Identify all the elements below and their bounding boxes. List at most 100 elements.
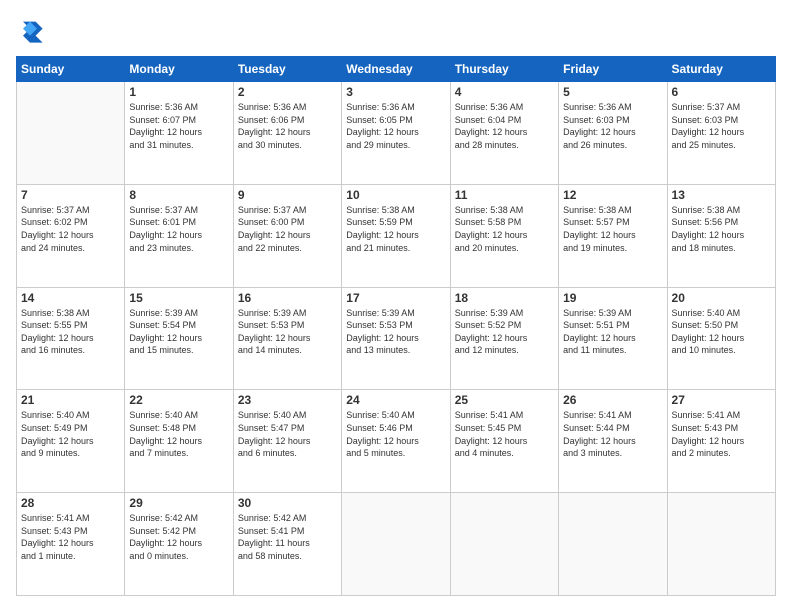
day-number: 15 [129, 291, 228, 305]
day-info: Sunrise: 5:40 AM Sunset: 5:47 PM Dayligh… [238, 409, 337, 459]
calendar-cell [559, 493, 667, 596]
day-info: Sunrise: 5:42 AM Sunset: 5:41 PM Dayligh… [238, 512, 337, 562]
calendar-cell: 21Sunrise: 5:40 AM Sunset: 5:49 PM Dayli… [17, 390, 125, 493]
day-info: Sunrise: 5:39 AM Sunset: 5:53 PM Dayligh… [238, 307, 337, 357]
day-number: 29 [129, 496, 228, 510]
day-info: Sunrise: 5:39 AM Sunset: 5:54 PM Dayligh… [129, 307, 228, 357]
page: SundayMondayTuesdayWednesdayThursdayFrid… [0, 0, 792, 612]
day-number: 10 [346, 188, 445, 202]
day-number: 8 [129, 188, 228, 202]
calendar-cell [450, 493, 558, 596]
day-info: Sunrise: 5:41 AM Sunset: 5:45 PM Dayligh… [455, 409, 554, 459]
day-info: Sunrise: 5:40 AM Sunset: 5:48 PM Dayligh… [129, 409, 228, 459]
day-number: 3 [346, 85, 445, 99]
day-info: Sunrise: 5:41 AM Sunset: 5:44 PM Dayligh… [563, 409, 662, 459]
day-number: 24 [346, 393, 445, 407]
calendar-cell: 22 Sunrise: 5:40 AM Sunset: 5:48 PM Dayli… [125, 390, 233, 493]
day-number: 28 [21, 496, 120, 510]
day-info: Sunrise: 5:40 AM Sunset: 5:46 PM Dayligh… [346, 409, 445, 459]
calendar-cell: 7 Sunrise: 5:37 AM Sunset: 6:02 PM Daylig… [17, 184, 125, 287]
calendar-table: SundayMondayTuesdayWednesdayThursdayFrid… [16, 56, 776, 596]
calendar-cell: 15 Sunrise: 5:39 AM Sunset: 5:54 PM Dayli… [125, 287, 233, 390]
day-info: Sunrise: 5:38 AM Sunset: 5:58 PM Dayligh… [455, 204, 554, 254]
calendar-header-thursday: Thursday [450, 57, 558, 82]
calendar-header-sunday: Sunday [17, 57, 125, 82]
calendar-cell: 3 Sunrise: 5:36 AM Sunset: 6:05 PM Daylig… [342, 82, 450, 185]
logo [16, 16, 48, 44]
calendar-cell: 17 Sunrise: 5:39 AM Sunset: 5:53 PM Dayli… [342, 287, 450, 390]
day-info: Sunrise: 5:39 AM Sunset: 5:53 PM Dayligh… [346, 307, 445, 357]
logo-icon [16, 16, 44, 44]
day-number: 16 [238, 291, 337, 305]
day-number: 12 [563, 188, 662, 202]
calendar-header-tuesday: Tuesday [233, 57, 341, 82]
day-number: 23 [238, 393, 337, 407]
day-number: 20 [672, 291, 771, 305]
calendar-header-row: SundayMondayTuesdayWednesdayThursdayFrid… [17, 57, 776, 82]
day-number: 30 [238, 496, 337, 510]
day-number: 22 [129, 393, 228, 407]
day-number: 27 [672, 393, 771, 407]
week-row-5: 28 Sunrise: 5:41 AM Sunset: 5:43 PM Dayli… [17, 493, 776, 596]
day-info: Sunrise: 5:37 AM Sunset: 6:03 PM Dayligh… [672, 101, 771, 151]
calendar-cell: 8 Sunrise: 5:37 AM Sunset: 6:01 PM Daylig… [125, 184, 233, 287]
calendar-cell: 16 Sunrise: 5:39 AM Sunset: 5:53 PM Dayli… [233, 287, 341, 390]
calendar-cell: 10 Sunrise: 5:38 AM Sunset: 5:59 PM Dayli… [342, 184, 450, 287]
day-number: 6 [672, 85, 771, 99]
calendar-header-friday: Friday [559, 57, 667, 82]
day-number: 5 [563, 85, 662, 99]
calendar-cell: 26 Sunrise: 5:41 AM Sunset: 5:44 PM Dayli… [559, 390, 667, 493]
day-info: Sunrise: 5:41 AM Sunset: 5:43 PM Dayligh… [21, 512, 120, 562]
week-row-4: 21Sunrise: 5:40 AM Sunset: 5:49 PM Dayli… [17, 390, 776, 493]
day-number: 13 [672, 188, 771, 202]
calendar-header-saturday: Saturday [667, 57, 775, 82]
calendar-cell: 19 Sunrise: 5:39 AM Sunset: 5:51 PM Dayli… [559, 287, 667, 390]
calendar-cell: 1Sunrise: 5:36 AM Sunset: 6:07 PM Daylig… [125, 82, 233, 185]
day-info: Sunrise: 5:38 AM Sunset: 5:56 PM Dayligh… [672, 204, 771, 254]
calendar-cell: 24 Sunrise: 5:40 AM Sunset: 5:46 PM Dayli… [342, 390, 450, 493]
day-info: Sunrise: 5:42 AM Sunset: 5:42 PM Dayligh… [129, 512, 228, 562]
day-number: 7 [21, 188, 120, 202]
day-info: Sunrise: 5:40 AM Sunset: 5:49 PM Dayligh… [21, 409, 120, 459]
day-info: Sunrise: 5:38 AM Sunset: 5:59 PM Dayligh… [346, 204, 445, 254]
day-info: Sunrise: 5:37 AM Sunset: 6:00 PM Dayligh… [238, 204, 337, 254]
day-info: Sunrise: 5:39 AM Sunset: 5:52 PM Dayligh… [455, 307, 554, 357]
day-info: Sunrise: 5:37 AM Sunset: 6:01 PM Dayligh… [129, 204, 228, 254]
day-info: Sunrise: 5:37 AM Sunset: 6:02 PM Dayligh… [21, 204, 120, 254]
calendar-cell: 12 Sunrise: 5:38 AM Sunset: 5:57 PM Dayli… [559, 184, 667, 287]
day-number: 2 [238, 85, 337, 99]
calendar-cell: 28 Sunrise: 5:41 AM Sunset: 5:43 PM Dayli… [17, 493, 125, 596]
day-number: 19 [563, 291, 662, 305]
calendar-cell: 27Sunrise: 5:41 AM Sunset: 5:43 PM Dayli… [667, 390, 775, 493]
calendar-cell: 9 Sunrise: 5:37 AM Sunset: 6:00 PM Daylig… [233, 184, 341, 287]
calendar-cell: 11 Sunrise: 5:38 AM Sunset: 5:58 PM Dayli… [450, 184, 558, 287]
day-number: 17 [346, 291, 445, 305]
week-row-2: 7 Sunrise: 5:37 AM Sunset: 6:02 PM Daylig… [17, 184, 776, 287]
day-info: Sunrise: 5:36 AM Sunset: 6:04 PM Dayligh… [455, 101, 554, 151]
day-number: 9 [238, 188, 337, 202]
day-info: Sunrise: 5:38 AM Sunset: 5:55 PM Dayligh… [21, 307, 120, 357]
calendar-cell: 14 Sunrise: 5:38 AM Sunset: 5:55 PM Dayli… [17, 287, 125, 390]
calendar-cell [342, 493, 450, 596]
day-info: Sunrise: 5:40 AM Sunset: 5:50 PM Dayligh… [672, 307, 771, 357]
calendar-cell: 5Sunrise: 5:36 AM Sunset: 6:03 PM Daylig… [559, 82, 667, 185]
calendar-cell: 29 Sunrise: 5:42 AM Sunset: 5:42 PM Dayli… [125, 493, 233, 596]
day-info: Sunrise: 5:39 AM Sunset: 5:51 PM Dayligh… [563, 307, 662, 357]
day-number: 14 [21, 291, 120, 305]
day-info: Sunrise: 5:36 AM Sunset: 6:06 PM Dayligh… [238, 101, 337, 151]
calendar-cell: 30 Sunrise: 5:42 AM Sunset: 5:41 PM Dayli… [233, 493, 341, 596]
calendar-cell: 13 Sunrise: 5:38 AM Sunset: 5:56 PM Dayli… [667, 184, 775, 287]
day-info: Sunrise: 5:36 AM Sunset: 6:07 PM Dayligh… [129, 101, 228, 151]
day-info: Sunrise: 5:38 AM Sunset: 5:57 PM Dayligh… [563, 204, 662, 254]
calendar-cell: 20 Sunrise: 5:40 AM Sunset: 5:50 PM Dayli… [667, 287, 775, 390]
calendar-cell [667, 493, 775, 596]
calendar-header-wednesday: Wednesday [342, 57, 450, 82]
day-info: Sunrise: 5:36 AM Sunset: 6:05 PM Dayligh… [346, 101, 445, 151]
day-number: 11 [455, 188, 554, 202]
calendar-header-monday: Monday [125, 57, 233, 82]
calendar-cell: 6 Sunrise: 5:37 AM Sunset: 6:03 PM Daylig… [667, 82, 775, 185]
calendar-cell [17, 82, 125, 185]
calendar-cell: 2 Sunrise: 5:36 AM Sunset: 6:06 PM Daylig… [233, 82, 341, 185]
day-number: 26 [563, 393, 662, 407]
day-number: 18 [455, 291, 554, 305]
